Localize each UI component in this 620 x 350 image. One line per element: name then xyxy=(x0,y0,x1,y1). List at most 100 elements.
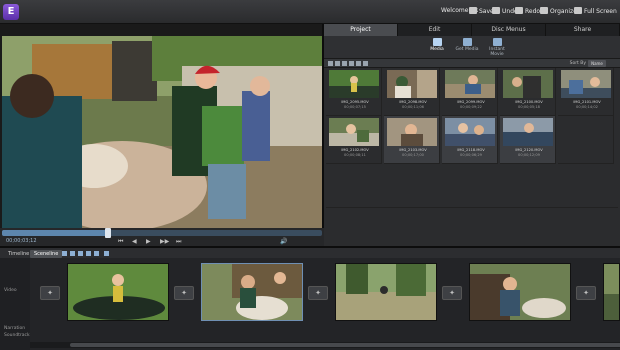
video-monitor[interactable] xyxy=(2,36,322,236)
empty-cell xyxy=(558,116,614,164)
media-icon xyxy=(432,38,442,46)
transition-icon: ✦ xyxy=(181,289,187,297)
save-button[interactable]: Save xyxy=(469,7,494,15)
scrubber: 00;00;03;12 ⏮ ◀ ▶ ▶▶ ⏭ 🔊 xyxy=(0,228,324,246)
clip-thumbnail xyxy=(503,70,553,98)
undo-button[interactable]: Undo xyxy=(492,7,518,15)
tab-disc-menus[interactable]: Disc Menus xyxy=(472,24,546,36)
clip-thumbnail xyxy=(387,118,437,146)
redo-icon xyxy=(515,7,523,14)
clip-duration: 00;00;05;18 xyxy=(518,105,540,109)
full-screen-icon xyxy=(574,7,582,14)
playhead[interactable] xyxy=(105,228,111,238)
transition-icon: ✦ xyxy=(47,289,53,297)
go-to-end-icon[interactable]: ⏭ xyxy=(176,238,181,246)
timeline-header: Timeline Sceneline xyxy=(0,246,620,258)
volume-icon[interactable]: 🔊 xyxy=(280,238,287,245)
clip-thumbnail xyxy=(561,70,611,98)
delete-icon[interactable] xyxy=(356,61,361,66)
go-to-start-icon[interactable]: ⏮ xyxy=(118,238,123,246)
media-item[interactable]: IMG_2100.MOV 00;00;05;18 xyxy=(500,68,556,116)
properties-icon[interactable] xyxy=(363,61,368,66)
transition-slot[interactable]: ✦ xyxy=(442,286,462,300)
scene-thumbnail xyxy=(68,264,168,320)
scene-clip-selected[interactable] xyxy=(201,263,303,321)
instant-movie-icon xyxy=(492,38,502,46)
subtab-instant-movie-label: Instant Movie xyxy=(489,47,505,57)
marker-icon[interactable] xyxy=(70,251,75,256)
transition-slot[interactable]: ✦ xyxy=(174,286,194,300)
new-item-icon[interactable] xyxy=(349,61,354,66)
clip-thumbnail xyxy=(503,118,553,146)
clip-thumbnail xyxy=(329,70,379,98)
media-grid: IMG_2095.MOV 00;00;07;15 IMG_2098.MOV 00… xyxy=(326,68,618,252)
subtab-get-media-label: Get Media xyxy=(455,47,479,52)
preview-panel: 00;00;03;12 ⏮ ◀ ▶ ▶▶ ⏭ 🔊 xyxy=(0,24,324,246)
timeline-scrollbar[interactable] xyxy=(30,342,620,348)
scene-clip[interactable] xyxy=(469,263,571,321)
folder-icon[interactable] xyxy=(342,61,347,66)
audio-icon[interactable] xyxy=(86,251,91,256)
transition-slot[interactable]: ✦ xyxy=(40,286,60,300)
record-icon[interactable] xyxy=(104,251,109,256)
clip-duration: 00;00;17;00 xyxy=(402,153,424,157)
grid-view-icon[interactable] xyxy=(335,61,340,66)
clip-duration: 00;00;06;29 xyxy=(460,153,482,157)
media-item[interactable]: IMG_2098.MOV 00;00;11;06 xyxy=(384,68,440,116)
tab-project[interactable]: Project xyxy=(324,24,398,36)
full-screen-label: Full Screen xyxy=(584,8,617,15)
sceneline-button[interactable]: Sceneline xyxy=(30,250,63,258)
media-item[interactable]: IMG_2095.MOV 00;00;07;15 xyxy=(326,68,382,116)
play-icon[interactable]: ▶ xyxy=(146,238,151,245)
tab-share[interactable]: Share xyxy=(546,24,620,36)
track-labels: Video Narration Soundtrack xyxy=(0,258,30,350)
track-label-narration: Narration xyxy=(4,326,26,331)
tab-edit[interactable]: Edit xyxy=(398,24,472,36)
full-screen-button[interactable]: Full Screen xyxy=(574,7,617,15)
redo-button[interactable]: Redo xyxy=(515,7,540,15)
scene-thumbnail xyxy=(336,264,436,320)
transition-slot[interactable]: ✦ xyxy=(308,286,328,300)
media-item-selected[interactable]: IMG_2103.MOV 00;00;17;00 xyxy=(384,116,440,164)
scene-clip[interactable] xyxy=(603,263,620,321)
scene-clip[interactable] xyxy=(67,263,169,321)
subtab-get-media[interactable]: Get Media xyxy=(452,38,482,52)
scene-thumbnail xyxy=(470,264,570,320)
sort-select[interactable]: Name xyxy=(588,60,606,67)
split-icon[interactable] xyxy=(78,251,83,256)
smartfix-icon[interactable] xyxy=(94,251,99,256)
track-label-soundtrack: Soundtrack xyxy=(4,333,30,338)
project-panel: Project Edit Disc Menus Share Media Get … xyxy=(324,24,620,252)
panel-tabs: Project Edit Disc Menus Share xyxy=(324,24,620,36)
clip-thumbnail xyxy=(387,70,437,98)
media-item[interactable]: IMG_2099.MOV 00;00;09;22 xyxy=(442,68,498,116)
organizer-icon xyxy=(540,7,548,14)
subtabs: Media Get Media Instant Movie xyxy=(324,36,620,58)
sceneline: Video Narration Soundtrack ✦ ✦ ✦ ✦ ✦ xyxy=(0,258,620,350)
clip-duration: 00;00;08;11 xyxy=(344,153,366,157)
list-view-icon[interactable] xyxy=(328,61,333,66)
video-frame xyxy=(2,36,322,236)
transport-controls: ⏮ ◀ ▶ ▶▶ ⏭ 🔊 xyxy=(0,238,324,246)
top-bar: E Welcome, JR Save Undo Redo Organizer F… xyxy=(0,0,620,24)
clip-thumbnail xyxy=(445,70,495,98)
scene-thumbnail xyxy=(604,264,619,320)
clip-duration: 00;00;09;22 xyxy=(460,105,482,109)
timeline-button[interactable]: Timeline xyxy=(4,250,33,258)
get-media-icon xyxy=(462,38,472,46)
scene-clip[interactable] xyxy=(335,263,437,321)
subtab-media[interactable]: Media xyxy=(422,38,452,52)
step-back-icon[interactable]: ◀ xyxy=(132,238,137,245)
redo-label: Redo xyxy=(525,8,541,15)
media-item-selected[interactable]: IMG_2118.MOV 00;00;06;29 xyxy=(442,116,498,164)
scrollbar-thumb[interactable] xyxy=(70,343,620,347)
media-toolbar: Sort By Name xyxy=(324,58,620,68)
media-item[interactable]: IMG_2101.MOV 00;00;14;02 xyxy=(558,68,614,116)
step-forward-icon[interactable]: ▶▶ xyxy=(160,238,169,245)
add-clip-icon[interactable] xyxy=(62,251,67,256)
subtab-instant-movie[interactable]: Instant Movie xyxy=(482,38,512,57)
media-item-selected[interactable]: IMG_2120.MOV 00;00;12;09 xyxy=(500,116,556,164)
media-item[interactable]: IMG_2102.MOV 00;00;08;11 xyxy=(326,116,382,164)
clip-duration: 00;00;11;06 xyxy=(402,105,424,109)
transition-slot[interactable]: ✦ xyxy=(576,286,596,300)
